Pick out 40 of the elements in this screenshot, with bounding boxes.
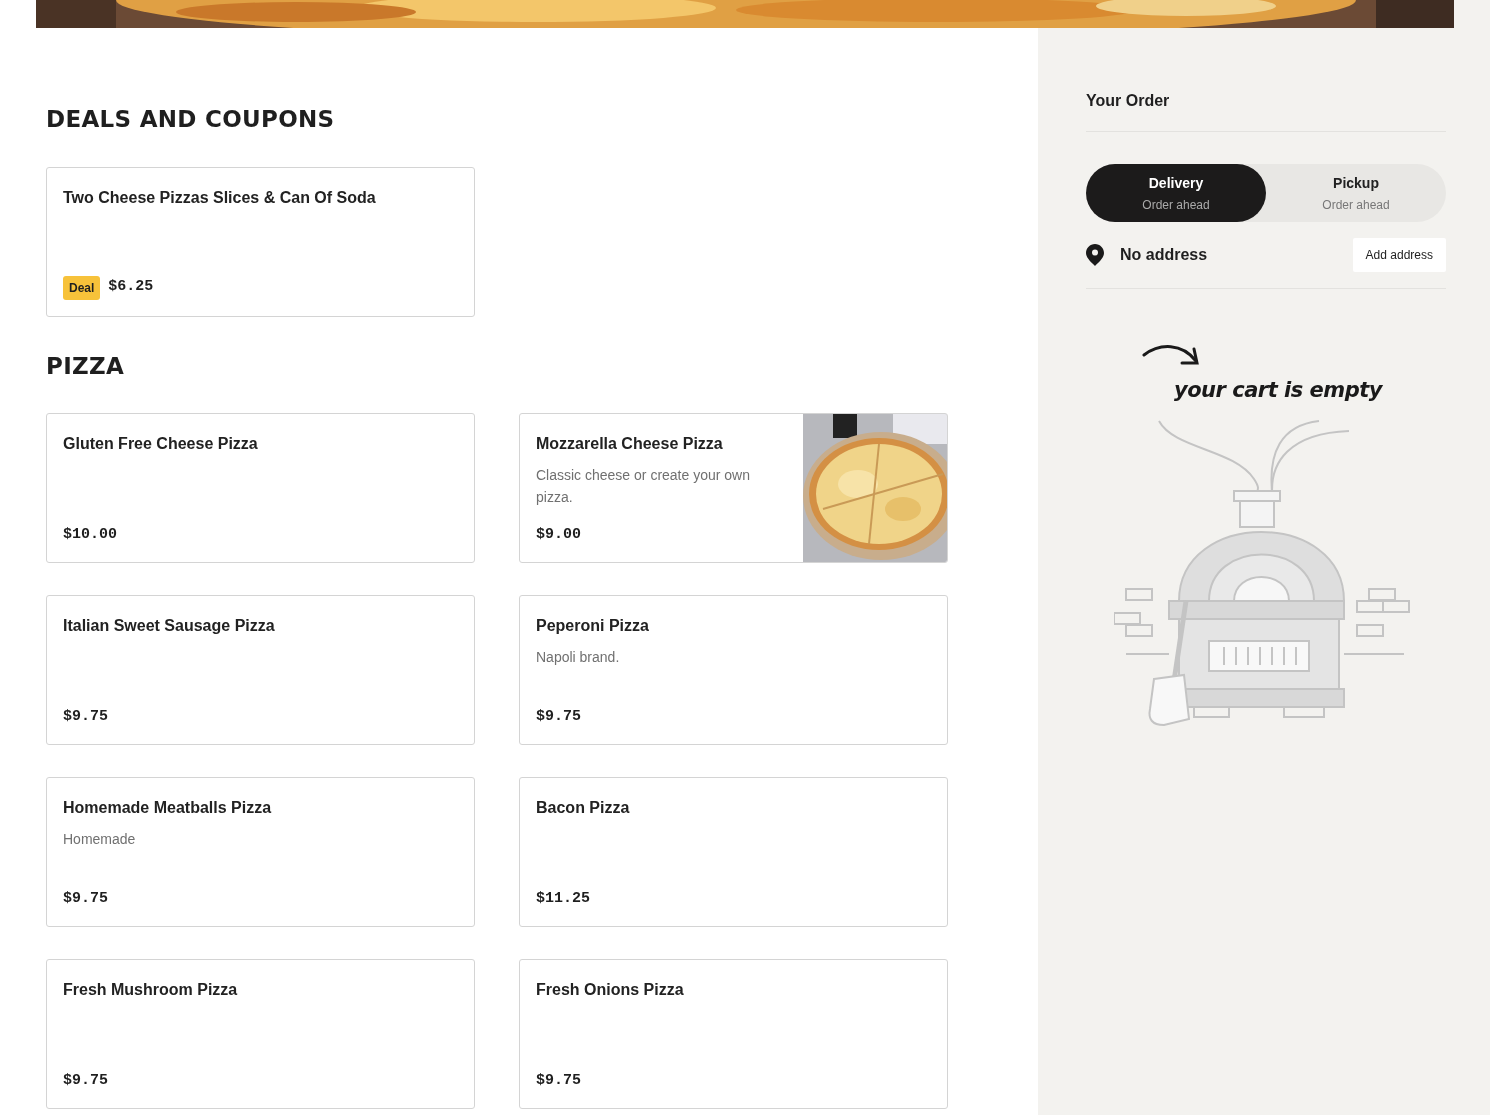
item-name: Gluten Free Cheese Pizza <box>63 434 259 455</box>
menu-item-card[interactable]: Two Cheese Pizzas Slices & Can Of Soda Deal $6.25 <box>46 166 475 317</box>
menu-item-card[interactable]: Italian Sweet Sausage Pizza $9.75 <box>46 595 475 746</box>
item-price: $9.00 <box>536 524 581 545</box>
address-text: No address <box>1120 245 1208 265</box>
item-price: $11.25 <box>536 888 590 909</box>
item-price: $9.75 <box>63 1070 108 1091</box>
item-name: Mozzarella Cheese Pizza <box>536 434 724 455</box>
item-price: $9.75 <box>63 888 108 909</box>
order-title: Your Order <box>1086 56 1446 132</box>
item-price: $9.75 <box>63 706 108 727</box>
menu-item-card[interactable]: Peperoni Pizza Napoli brand. $9.75 <box>519 595 948 746</box>
item-name: Fresh Onions Pizza <box>536 980 685 1001</box>
mode-tab[interactable]: Pickup Order ahead <box>1266 164 1446 222</box>
location-pin-icon <box>1086 244 1104 266</box>
item-description: Napoli brand. <box>536 648 621 668</box>
item-price: $6.25 <box>108 277 154 298</box>
item-name: Italian Sweet Sausage Pizza <box>63 616 276 637</box>
item-name: Peperoni Pizza <box>536 616 650 637</box>
menu-item-card[interactable]: Fresh Onions Pizza $9.75 <box>519 959 948 1110</box>
mode-tab[interactable]: Delivery Order ahead <box>1086 164 1266 222</box>
item-name: Two Cheese Pizzas Slices & Can Of Soda <box>63 187 377 208</box>
section-heading: DEALS AND COUPONS <box>46 106 336 134</box>
deal-tag: Deal <box>63 275 101 300</box>
empty-cart-message: your cart is empty <box>1174 377 1382 404</box>
item-description: Classic cheese or create your own pizza. <box>536 466 751 508</box>
item-price: $10.00 <box>63 524 117 545</box>
menu-item-card[interactable]: Bacon Pizza $11.25 <box>519 777 948 928</box>
item-name: Fresh Mushroom Pizza <box>63 980 239 1001</box>
section-heading: PIZZA <box>46 352 126 381</box>
menu-item-card[interactable]: Mozzarella Cheese Pizza Classic cheese or create your own pizza. $9.00 <box>519 413 948 564</box>
menu-item-card[interactable]: Fresh Mushroom Pizza $9.75 <box>46 959 475 1110</box>
menu-item-card[interactable]: Gluten Free Cheese Pizza $10.00 <box>46 413 475 564</box>
item-price: $9.75 <box>536 706 581 727</box>
item-name: Bacon Pizza <box>536 798 631 819</box>
add-address-button[interactable]: Add address <box>1352 238 1446 272</box>
item-description: Homemade <box>63 830 137 850</box>
item-price: $9.75 <box>536 1070 581 1091</box>
item-name: Homemade Meatballs Pizza <box>63 798 273 819</box>
menu-item-card[interactable]: Homemade Meatballs Pizza Homemade $9.75 <box>46 777 475 928</box>
